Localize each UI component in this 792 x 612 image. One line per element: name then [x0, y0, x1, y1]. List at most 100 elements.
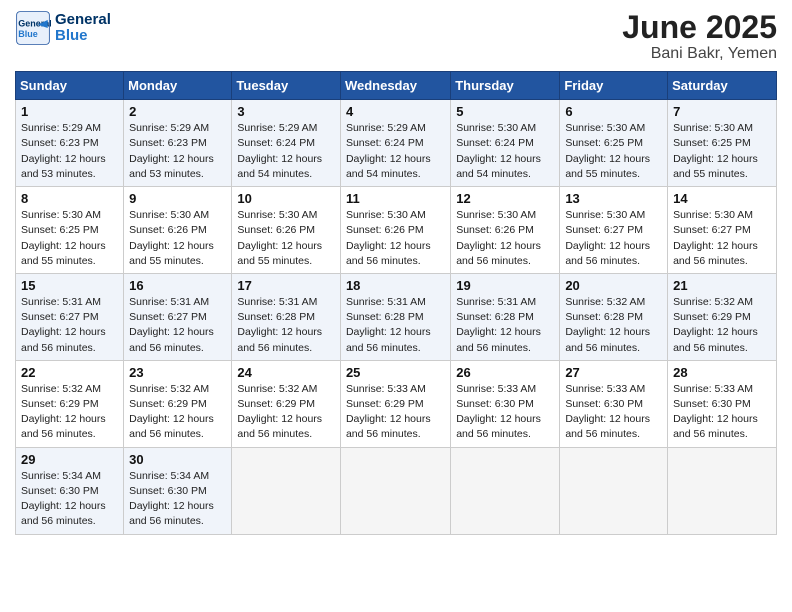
calendar-cell [232, 447, 341, 534]
day-info: Sunrise: 5:31 AMSunset: 6:27 PMDaylight:… [129, 295, 226, 356]
day-info: Sunrise: 5:30 AMSunset: 6:27 PMDaylight:… [673, 208, 771, 269]
day-info: Sunrise: 5:32 AMSunset: 6:29 PMDaylight:… [129, 382, 226, 443]
weekday-wednesday: Wednesday [340, 72, 450, 100]
calendar-cell: 16 Sunrise: 5:31 AMSunset: 6:27 PMDayligh… [124, 273, 232, 360]
day-number: 8 [21, 191, 118, 206]
svg-text:Blue: Blue [18, 29, 38, 39]
day-number: 18 [346, 278, 445, 293]
calendar-cell: 26 Sunrise: 5:33 AMSunset: 6:30 PMDayligh… [451, 360, 560, 447]
day-info: Sunrise: 5:30 AMSunset: 6:25 PMDaylight:… [673, 121, 771, 182]
logo-icon: General Blue [15, 10, 51, 46]
calendar-cell: 23 Sunrise: 5:32 AMSunset: 6:29 PMDayligh… [124, 360, 232, 447]
calendar-cell: 2 Sunrise: 5:29 AMSunset: 6:23 PMDaylight… [124, 100, 232, 187]
calendar-cell: 22Sunrise: 5:32 AMSunset: 6:29 PMDayligh… [16, 360, 124, 447]
day-number: 1 [21, 104, 118, 119]
weekday-saturday: Saturday [668, 72, 777, 100]
calendar-cell: 8Sunrise: 5:30 AMSunset: 6:25 PMDaylight… [16, 187, 124, 274]
weekday-thursday: Thursday [451, 72, 560, 100]
day-number: 17 [237, 278, 335, 293]
logo: General Blue General Blue [15, 10, 111, 46]
day-info: Sunrise: 5:30 AMSunset: 6:26 PMDaylight:… [129, 208, 226, 269]
day-number: 10 [237, 191, 335, 206]
day-number: 19 [456, 278, 554, 293]
day-number: 14 [673, 191, 771, 206]
calendar-cell: 3 Sunrise: 5:29 AMSunset: 6:24 PMDaylight… [232, 100, 341, 187]
calendar-cell: 4 Sunrise: 5:29 AMSunset: 6:24 PMDaylight… [340, 100, 450, 187]
calendar-cell: 9Sunrise: 5:30 AMSunset: 6:26 PMDaylight… [124, 187, 232, 274]
day-info: Sunrise: 5:30 AMSunset: 6:24 PMDaylight:… [456, 121, 554, 182]
day-info: Sunrise: 5:32 AMSunset: 6:29 PMDaylight:… [237, 382, 335, 443]
day-number: 2 [129, 104, 226, 119]
day-info: Sunrise: 5:33 AMSunset: 6:30 PMDaylight:… [456, 382, 554, 443]
day-info: Sunrise: 5:34 AMSunset: 6:30 PMDaylight:… [21, 469, 118, 530]
day-number: 25 [346, 365, 445, 380]
calendar-table: SundayMondayTuesdayWednesdayThursdayFrid… [15, 71, 777, 534]
weekday-sunday: Sunday [16, 72, 124, 100]
calendar-cell: 21 Sunrise: 5:32 AMSunset: 6:29 PMDayligh… [668, 273, 777, 360]
calendar-cell: 27 Sunrise: 5:33 AMSunset: 6:30 PMDayligh… [560, 360, 668, 447]
day-number: 28 [673, 365, 771, 380]
day-number: 29 [21, 452, 118, 467]
calendar-cell: 24 Sunrise: 5:32 AMSunset: 6:29 PMDayligh… [232, 360, 341, 447]
calendar-cell: 7 Sunrise: 5:30 AMSunset: 6:25 PMDaylight… [668, 100, 777, 187]
weekday-monday: Monday [124, 72, 232, 100]
calendar-cell [340, 447, 450, 534]
day-info: Sunrise: 5:29 AMSunset: 6:24 PMDaylight:… [346, 121, 445, 182]
calendar-cell [451, 447, 560, 534]
day-number: 5 [456, 104, 554, 119]
day-info: Sunrise: 5:30 AMSunset: 6:26 PMDaylight:… [456, 208, 554, 269]
day-number: 4 [346, 104, 445, 119]
day-info: Sunrise: 5:30 AMSunset: 6:25 PMDaylight:… [565, 121, 662, 182]
weekday-header-row: SundayMondayTuesdayWednesdayThursdayFrid… [16, 72, 777, 100]
day-info: Sunrise: 5:32 AMSunset: 6:29 PMDaylight:… [21, 382, 118, 443]
logo-general: General [55, 12, 111, 29]
day-number: 15 [21, 278, 118, 293]
day-number: 7 [673, 104, 771, 119]
day-number: 20 [565, 278, 662, 293]
page: General Blue General Blue June 2025 Bani… [0, 0, 792, 612]
calendar-cell: 1 Sunrise: 5:29 AMSunset: 6:23 PMDaylight… [16, 100, 124, 187]
calendar-cell: 17Sunrise: 5:31 AMSunset: 6:28 PMDayligh… [232, 273, 341, 360]
calendar-cell: 29 Sunrise: 5:34 AMSunset: 6:30 PMDayligh… [16, 447, 124, 534]
day-info: Sunrise: 5:33 AMSunset: 6:30 PMDaylight:… [673, 382, 771, 443]
day-number: 13 [565, 191, 662, 206]
calendar-cell: 12 Sunrise: 5:30 AMSunset: 6:26 PMDayligh… [451, 187, 560, 274]
weekday-tuesday: Tuesday [232, 72, 341, 100]
day-info: Sunrise: 5:34 AMSunset: 6:30 PMDaylight:… [129, 469, 226, 530]
day-number: 23 [129, 365, 226, 380]
header: General Blue General Blue June 2025 Bani… [15, 10, 777, 63]
day-info: Sunrise: 5:31 AMSunset: 6:28 PMDaylight:… [456, 295, 554, 356]
day-number: 26 [456, 365, 554, 380]
day-number: 6 [565, 104, 662, 119]
calendar-cell: 28 Sunrise: 5:33 AMSunset: 6:30 PMDayligh… [668, 360, 777, 447]
day-number: 12 [456, 191, 554, 206]
day-info: Sunrise: 5:30 AMSunset: 6:26 PMDaylight:… [237, 208, 335, 269]
day-number: 24 [237, 365, 335, 380]
day-number: 3 [237, 104, 335, 119]
day-info: Sunrise: 5:30 AMSunset: 6:27 PMDaylight:… [565, 208, 662, 269]
calendar-cell: 11 Sunrise: 5:30 AMSunset: 6:26 PMDayligh… [340, 187, 450, 274]
calendar-cell: 10 Sunrise: 5:30 AMSunset: 6:26 PMDayligh… [232, 187, 341, 274]
day-info: Sunrise: 5:32 AMSunset: 6:28 PMDaylight:… [565, 295, 662, 356]
calendar-cell: 6 Sunrise: 5:30 AMSunset: 6:25 PMDaylight… [560, 100, 668, 187]
day-number: 27 [565, 365, 662, 380]
day-info: Sunrise: 5:33 AMSunset: 6:29 PMDaylight:… [346, 382, 445, 443]
day-info: Sunrise: 5:32 AMSunset: 6:29 PMDaylight:… [673, 295, 771, 356]
calendar-cell: 30Sunrise: 5:34 AMSunset: 6:30 PMDayligh… [124, 447, 232, 534]
day-info: Sunrise: 5:29 AMSunset: 6:23 PMDaylight:… [129, 121, 226, 182]
day-info: Sunrise: 5:29 AMSunset: 6:23 PMDaylight:… [21, 121, 118, 182]
day-info: Sunrise: 5:29 AMSunset: 6:24 PMDaylight:… [237, 121, 335, 182]
weekday-friday: Friday [560, 72, 668, 100]
day-info: Sunrise: 5:33 AMSunset: 6:30 PMDaylight:… [565, 382, 662, 443]
day-info: Sunrise: 5:31 AMSunset: 6:28 PMDaylight:… [346, 295, 445, 356]
calendar-subtitle: Bani Bakr, Yemen [622, 45, 777, 63]
calendar-cell: 15 Sunrise: 5:31 AMSunset: 6:27 PMDayligh… [16, 273, 124, 360]
day-info: Sunrise: 5:31 AMSunset: 6:27 PMDaylight:… [21, 295, 118, 356]
logo-blue: Blue [55, 28, 111, 45]
calendar-cell: 13 Sunrise: 5:30 AMSunset: 6:27 PMDayligh… [560, 187, 668, 274]
day-info: Sunrise: 5:30 AMSunset: 6:26 PMDaylight:… [346, 208, 445, 269]
day-number: 11 [346, 191, 445, 206]
day-number: 16 [129, 278, 226, 293]
day-number: 21 [673, 278, 771, 293]
calendar-cell: 19 Sunrise: 5:31 AMSunset: 6:28 PMDayligh… [451, 273, 560, 360]
